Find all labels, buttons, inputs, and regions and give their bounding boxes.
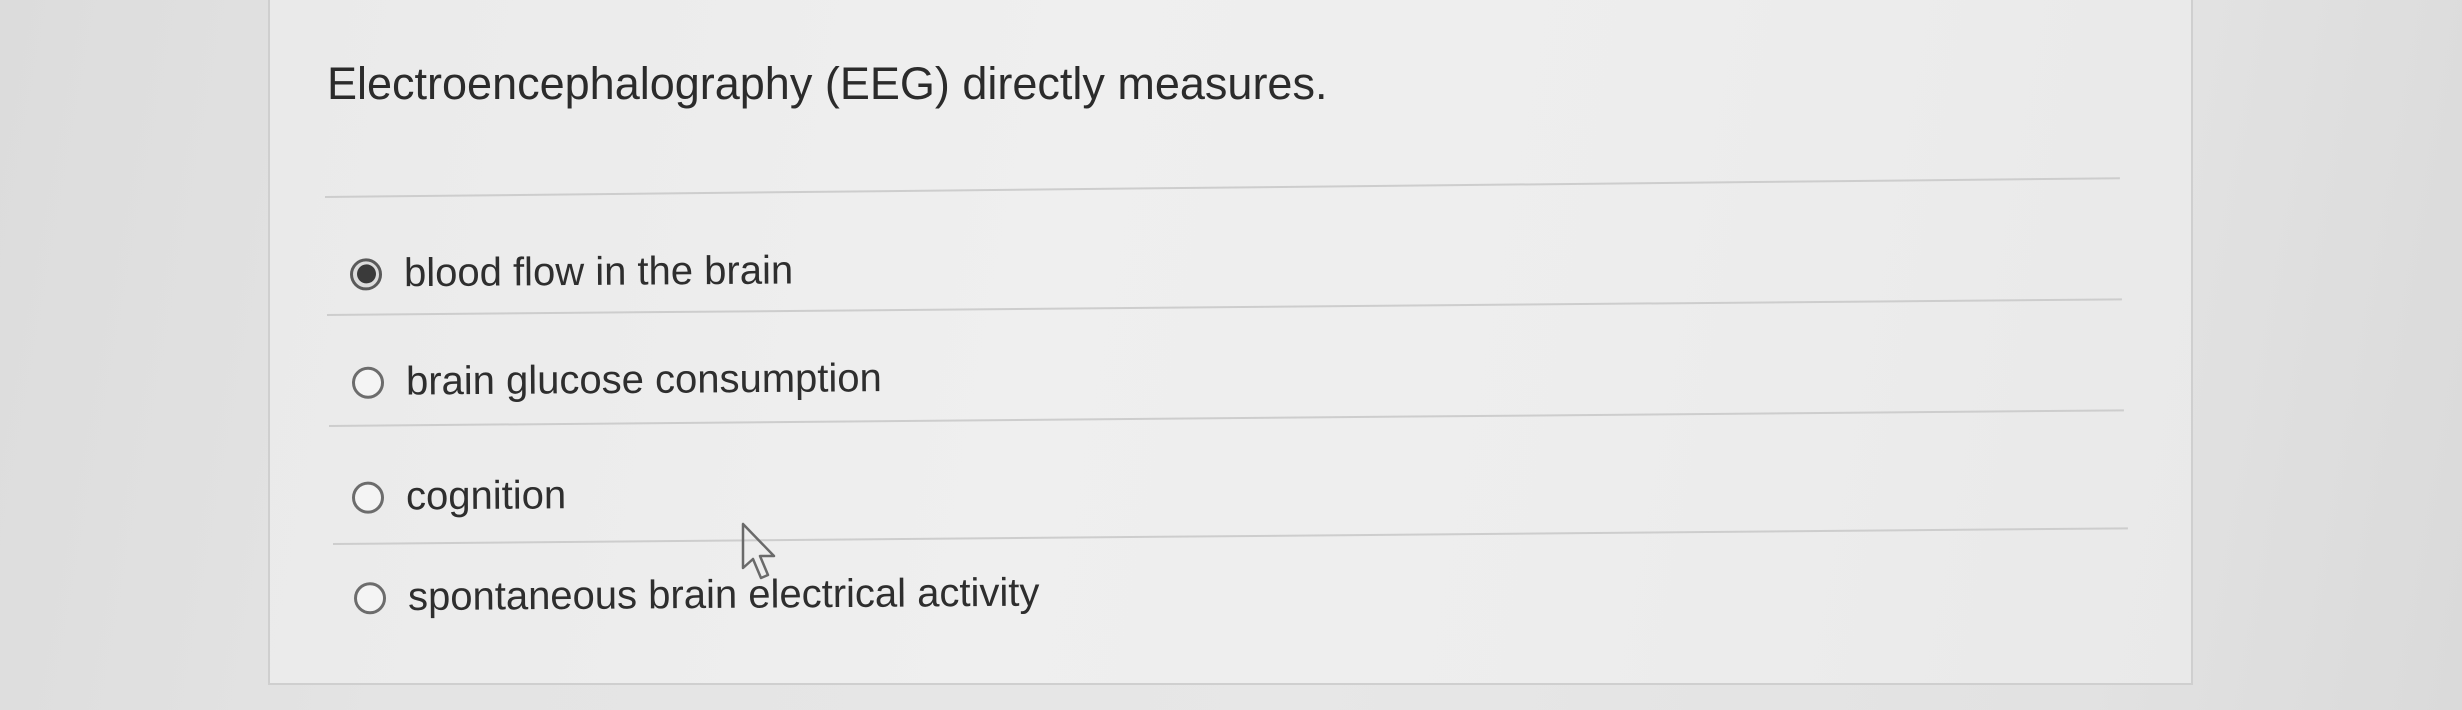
option-label: spontaneous brain electrical activity: [407, 570, 1040, 620]
option-blood-flow[interactable]: blood flow in the brain: [349, 248, 794, 296]
radio-button[interactable]: [351, 481, 385, 514]
radio-button[interactable]: [351, 366, 385, 399]
option-cognition[interactable]: cognition: [351, 473, 567, 519]
option-label: brain glucose consumption: [405, 356, 882, 404]
option-label: blood flow in the brain: [403, 248, 794, 296]
question-text: Electroencephalography (EEG) directly me…: [327, 58, 1328, 109]
radio-button-selected[interactable]: [349, 257, 383, 291]
option-label: cognition: [405, 473, 567, 519]
option-electrical-activity[interactable]: spontaneous brain electrical activity: [353, 570, 1040, 621]
radio-dot-icon: [356, 264, 376, 284]
mouse-pointer-icon: [741, 522, 776, 580]
option-glucose[interactable]: brain glucose consumption: [351, 356, 882, 405]
radio-button[interactable]: [353, 581, 387, 614]
